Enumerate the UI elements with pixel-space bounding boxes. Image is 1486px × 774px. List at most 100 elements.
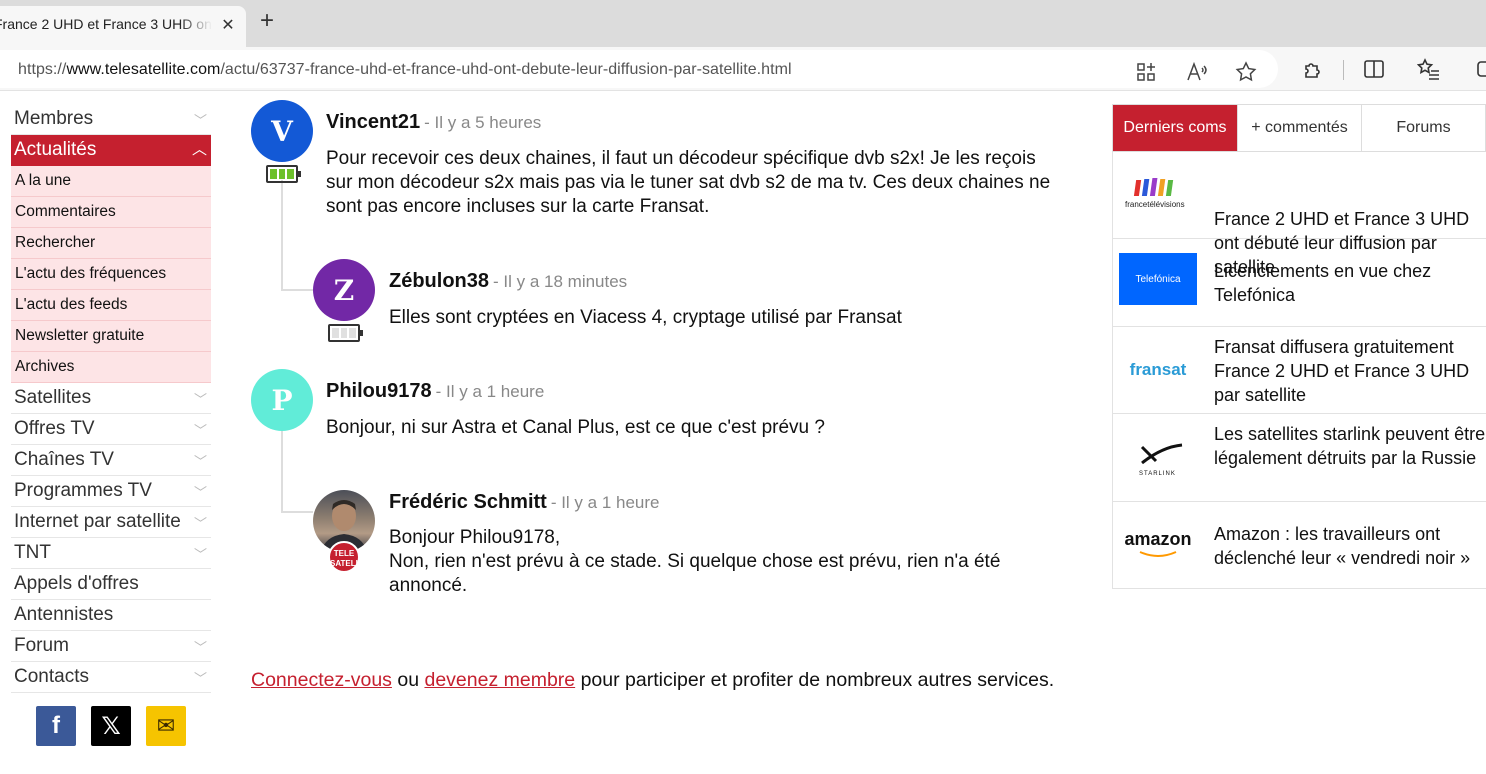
- tab-forums[interactable]: Forums: [1362, 105, 1486, 151]
- logo-text: amazon: [1124, 528, 1192, 549]
- nav-tnt[interactable]: TNT ﹀: [11, 538, 211, 569]
- apps-icon[interactable]: [1133, 59, 1159, 85]
- tab-derniers-coms[interactable]: Derniers coms: [1113, 105, 1238, 151]
- tab-close-icon[interactable]: ✕: [218, 15, 238, 35]
- tab-plus-commentes[interactable]: + commentés: [1238, 105, 1362, 151]
- author-name[interactable]: Zébulon38: [389, 270, 489, 292]
- nav-contacts[interactable]: Contacts ﹀: [11, 662, 211, 693]
- author-name[interactable]: Vincent21: [326, 111, 420, 133]
- list-item[interactable]: STARLINK Les satellites starlink peuvent…: [1112, 414, 1486, 502]
- subnav-a-la-une[interactable]: A la une: [11, 166, 211, 197]
- thread-line: [281, 511, 313, 513]
- nav-offres-tv[interactable]: Offres TV ﹀: [11, 414, 211, 445]
- nav-internet-satellite[interactable]: Internet par satellite ﹀: [11, 507, 211, 538]
- subnav-archives[interactable]: Archives: [11, 352, 211, 383]
- read-aloud-icon[interactable]: [1184, 59, 1210, 85]
- address-bar: https://www.telesatellite.com/actu/63737…: [0, 47, 1486, 91]
- new-tab-button[interactable]: +: [255, 9, 279, 33]
- list-item[interactable]: fransat Fransat diffusera gratuitement F…: [1112, 327, 1486, 414]
- list-item[interactable]: Telefónica Licenciements en vue chez Tel…: [1112, 239, 1486, 327]
- nav-forum[interactable]: Forum ﹀: [11, 631, 211, 662]
- login-or: ou: [397, 669, 420, 691]
- nav-label: TNT: [14, 542, 51, 563]
- nav-label: Antennistes: [14, 604, 114, 625]
- list-item[interactable]: amazon Amazon : les travailleurs ont déc…: [1112, 502, 1486, 589]
- nav-label: Actualités: [14, 139, 97, 160]
- subnav-actu-feeds[interactable]: L'actu des feeds: [11, 290, 211, 321]
- url-path: /actu/63737-france-uhd-et-france-uhd-ont…: [220, 61, 792, 78]
- nav-actualites[interactable]: Actualités ︿: [11, 135, 211, 166]
- nav-antennistes[interactable]: Antennistes: [11, 600, 211, 631]
- amazon-logo: amazon: [1119, 517, 1197, 569]
- favorite-star-icon[interactable]: [1233, 59, 1259, 85]
- thread-line: [281, 428, 283, 512]
- nav-programmes-tv[interactable]: Programmes TV ﹀: [11, 476, 211, 507]
- item-title[interactable]: Amazon : les travailleurs ont déclenché …: [1214, 522, 1486, 570]
- chevron-down-icon: ﹀: [193, 516, 207, 531]
- avatar[interactable]: P: [251, 369, 313, 431]
- item-title[interactable]: Fransat diffusera gratuitement France 2 …: [1214, 335, 1486, 407]
- nav-label: Membres: [14, 108, 94, 129]
- subnav-newsletter[interactable]: Newsletter gratuite: [11, 321, 211, 352]
- comment-time: - Il y a 5 heures: [424, 113, 542, 132]
- francetelevisions-logo: francetélévisions: [1119, 168, 1197, 220]
- right-panel: Derniers coms + commentés Forums francet…: [1112, 104, 1486, 589]
- logo-text: fransat: [1129, 360, 1187, 379]
- x-twitter-icon[interactable]: 𝕏: [91, 706, 131, 746]
- browser-tab[interactable]: France 2 UHD et France 3 UHD ont débuté …: [0, 6, 246, 47]
- browser-tab-bar: France 2 UHD et France 3 UHD ont débuté …: [0, 0, 1486, 47]
- comment-author: Philou9178- Il y a 1 heure: [326, 380, 544, 403]
- nav-appels-offres[interactable]: Appels d'offres: [11, 569, 211, 600]
- comment-text: Bonjour, ni sur Astra et Canal Plus, est…: [326, 417, 825, 438]
- facebook-icon[interactable]: f: [36, 706, 76, 746]
- subnav-actu-frequences[interactable]: L'actu des fréquences: [11, 259, 211, 290]
- list-item[interactable]: francetélévisions France 2 UHD et France…: [1112, 152, 1486, 277]
- register-link[interactable]: devenez membre: [424, 669, 575, 691]
- chevron-down-icon: ﹀: [193, 113, 207, 128]
- author-name[interactable]: Frédéric Schmitt: [389, 491, 547, 513]
- nav-membres[interactable]: Membres ﹀: [11, 104, 211, 135]
- subnav-commentaires[interactable]: Commentaires: [11, 197, 211, 228]
- comment-time: - Il y a 1 heure: [435, 382, 545, 401]
- item-title[interactable]: Licenciements en vue chez Telefónica: [1214, 259, 1486, 307]
- comment-text: Bonjour Philou9178, Non, rien n'est prév…: [389, 526, 1079, 598]
- avatar[interactable]: V: [251, 100, 313, 162]
- avatar[interactable]: Z: [313, 259, 375, 321]
- login-rest: pour participer et profiter de nombreux …: [580, 669, 1055, 691]
- mail-icon[interactable]: ✉: [146, 706, 186, 746]
- connect-link[interactable]: Connectez-vous: [251, 669, 392, 691]
- nav-label: Satellites: [14, 387, 92, 408]
- chevron-down-icon: ﹀: [193, 485, 207, 500]
- comment-text: Pour recevoir ces deux chaines, il faut …: [326, 148, 1051, 217]
- nav-chaines-tv[interactable]: Chaînes TV ﹀: [11, 445, 211, 476]
- chevron-down-icon: ﹀: [193, 454, 207, 469]
- url-prefix: https://: [18, 61, 67, 78]
- url-domain: www.telesatellite.com: [66, 61, 221, 78]
- nav-label: Chaînes TV: [14, 449, 114, 470]
- nav-label: Contacts: [14, 666, 89, 687]
- extensions-icon[interactable]: [1300, 56, 1326, 82]
- right-panel-tabs: Derniers coms + commentés Forums: [1112, 104, 1486, 152]
- battery-level-icon: [328, 324, 363, 342]
- thread-line: [281, 180, 283, 290]
- collections-icon[interactable]: [1470, 56, 1486, 82]
- favorites-list-icon[interactable]: [1416, 56, 1442, 82]
- tab-title: France 2 UHD et France 3 UHD ont débuté …: [0, 16, 212, 32]
- logo-text: francetélévisions: [1125, 200, 1185, 209]
- social-links: f 𝕏 ✉: [36, 706, 186, 746]
- chevron-down-icon: ﹀: [193, 547, 207, 562]
- subnav-rechercher[interactable]: Rechercher: [11, 228, 211, 259]
- login-prompt: Connectez-vous ou devenez membre pour pa…: [251, 668, 1081, 692]
- url-field[interactable]: https://www.telesatellite.com/actu/63737…: [0, 50, 1278, 88]
- logo-text: STARLINK: [1139, 471, 1176, 477]
- item-title[interactable]: Les satellites starlink peuvent être lég…: [1214, 422, 1486, 470]
- split-screen-icon[interactable]: [1361, 56, 1387, 82]
- battery-level-icon: [266, 165, 301, 183]
- nav-satellites[interactable]: Satellites ﹀: [11, 383, 211, 414]
- comment-text: Elles sont cryptées en Viacess 4, crypta…: [389, 307, 902, 328]
- author-name[interactable]: Philou9178: [326, 380, 432, 402]
- nav-label: Internet par satellite: [14, 511, 181, 532]
- comment-text-line: Non, rien n'est prévu à ce stade. Si que…: [389, 551, 1001, 596]
- starlink-logo: STARLINK: [1119, 432, 1197, 484]
- badge-text: TELE SATELLITE: [330, 549, 373, 568]
